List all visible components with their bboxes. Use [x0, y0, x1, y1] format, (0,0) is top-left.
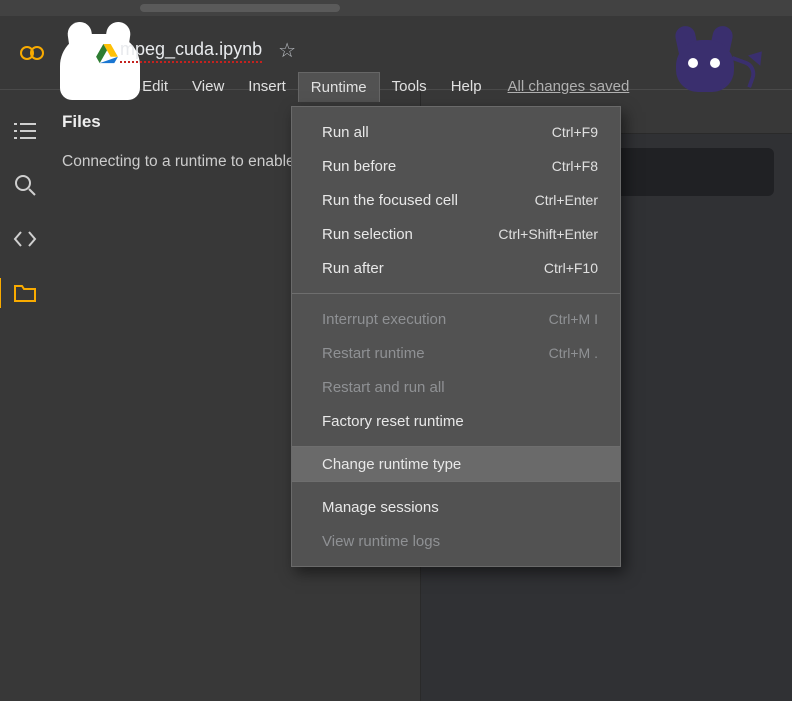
colab-logo[interactable] [14, 42, 50, 64]
document-title[interactable]: mpeg_cuda.ipynb [120, 39, 262, 63]
menuitem-label: Run all [322, 124, 369, 141]
menuitem-run-before[interactable]: Run before Ctrl+F8 [292, 149, 620, 183]
menu-runtime[interactable]: Runtime [298, 72, 380, 102]
menuitem-manage-sessions[interactable]: Manage sessions [292, 490, 620, 524]
files-icon[interactable] [12, 280, 38, 306]
search-icon[interactable] [12, 172, 38, 198]
toc-icon[interactable] [12, 118, 38, 144]
menuitem-label: Manage sessions [322, 499, 439, 516]
menuitem-shortcut: Ctrl+F8 [552, 158, 598, 174]
menuitem-change-runtime-type[interactable]: Change runtime type [292, 447, 620, 481]
menuitem-label: Interrupt execution [322, 311, 446, 328]
menuitem-shortcut: Ctrl+Enter [535, 192, 598, 208]
menuitem-label: Run the focused cell [322, 192, 458, 209]
menuitem-restart: Restart runtime Ctrl+M . [292, 336, 620, 370]
snippets-icon[interactable] [12, 226, 38, 252]
menuitem-shortcut: Ctrl+M . [549, 345, 598, 361]
menuitem-shortcut: Ctrl+F9 [552, 124, 598, 140]
runtime-dropdown: Run all Ctrl+F9 Run before Ctrl+F8 Run t… [291, 106, 621, 567]
menuitem-label: Run before [322, 158, 396, 175]
browser-chrome-stub [0, 0, 792, 16]
menu-help[interactable]: Help [439, 72, 494, 102]
colab-app: mpeg_cuda.ipynb ☆ File Edit View Insert … [0, 16, 792, 701]
menuitem-label: Run after [322, 260, 384, 277]
star-icon[interactable]: ☆ [278, 38, 296, 63]
save-status[interactable]: All changes saved [508, 72, 630, 102]
menuitem-label: Change runtime type [322, 456, 461, 473]
menuitem-label: Restart runtime [322, 345, 425, 362]
menubar: File Edit View Insert Runtime Tools Help… [82, 72, 629, 102]
menuitem-run-all[interactable]: Run all Ctrl+F9 [292, 115, 620, 149]
menu-tools[interactable]: Tools [380, 72, 439, 102]
menu-view[interactable]: View [180, 72, 236, 102]
menu-insert[interactable]: Insert [236, 72, 298, 102]
drive-icon[interactable] [96, 44, 118, 64]
menuitem-label: Factory reset runtime [322, 413, 464, 430]
menuitem-run-after[interactable]: Run after Ctrl+F10 [292, 251, 620, 285]
header: mpeg_cuda.ipynb ☆ File Edit View Insert … [0, 16, 792, 90]
menuitem-factory-reset[interactable]: Factory reset runtime [292, 404, 620, 438]
mascot-purple-overlay [666, 30, 756, 100]
menuitem-label: Run selection [322, 226, 413, 243]
menuitem-interrupt: Interrupt execution Ctrl+M I [292, 302, 620, 336]
menuitem-shortcut: Ctrl+Shift+Enter [498, 226, 598, 242]
menuitem-shortcut: Ctrl+M I [549, 311, 598, 327]
menuitem-run-focused[interactable]: Run the focused cell Ctrl+Enter [292, 183, 620, 217]
menuitem-shortcut: Ctrl+F10 [544, 260, 598, 276]
menuitem-label: Restart and run all [322, 379, 445, 396]
left-iconbar [0, 90, 50, 701]
menuitem-view-runtime-logs: View runtime logs [292, 524, 620, 558]
menuitem-restart-run-all: Restart and run all [292, 370, 620, 404]
title-wrap: mpeg_cuda.ipynb ☆ [120, 38, 296, 63]
menuitem-label: View runtime logs [322, 533, 440, 550]
menuitem-run-selection[interactable]: Run selection Ctrl+Shift+Enter [292, 217, 620, 251]
